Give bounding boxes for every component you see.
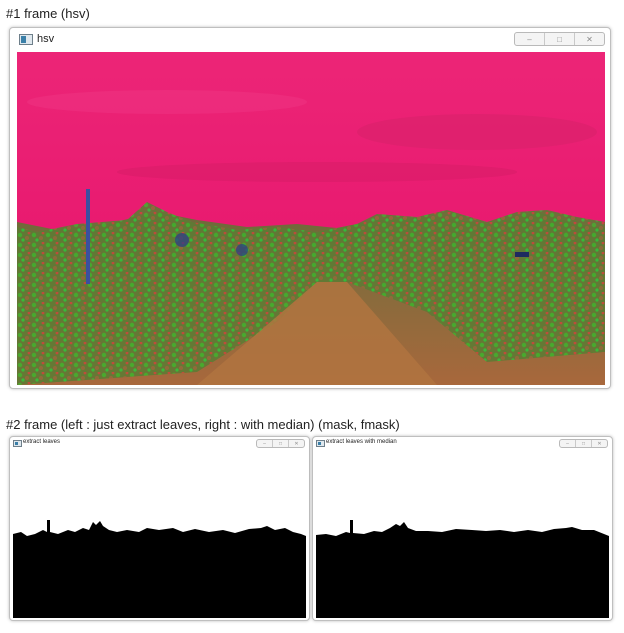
frame2-caption: #2 frame (left : just extract leaves, ri… xyxy=(6,417,400,432)
hsv-image xyxy=(17,52,605,385)
extract-leaves-median-title: extract leaves with median xyxy=(326,439,397,445)
close-button[interactable]: ✕ xyxy=(591,440,607,447)
maximize-button[interactable]: □ xyxy=(272,440,288,447)
minimize-button[interactable]: – xyxy=(257,440,272,447)
window-app-icon xyxy=(19,34,33,45)
hsv-window: hsv – □ ✕ xyxy=(9,27,611,389)
window-app-icon xyxy=(13,440,22,447)
hsv-window-controls: – □ ✕ xyxy=(514,32,605,46)
maximize-button[interactable]: □ xyxy=(544,33,574,45)
mask-canvas xyxy=(13,450,306,618)
extract-leaves-title: extract leaves xyxy=(23,439,61,445)
hsv-image-canvas xyxy=(17,52,605,385)
frame1-caption: #1 frame (hsv) xyxy=(6,6,90,21)
close-button[interactable]: ✕ xyxy=(574,33,604,45)
extract-leaves-median-controls: – □ ✕ xyxy=(559,439,608,448)
fmask-canvas xyxy=(316,450,609,618)
minimize-button[interactable]: – xyxy=(515,33,544,45)
maximize-button[interactable]: □ xyxy=(575,440,591,447)
minimize-button[interactable]: – xyxy=(560,440,575,447)
extract-leaves-window: extract leaves – □ ✕ xyxy=(9,436,310,621)
close-button[interactable]: ✕ xyxy=(288,440,304,447)
mask-image xyxy=(13,450,306,618)
window-app-icon xyxy=(316,440,325,447)
fmask-image xyxy=(316,450,609,618)
hsv-window-title: hsv xyxy=(37,33,55,45)
extract-leaves-controls: – □ ✕ xyxy=(256,439,305,448)
extract-leaves-median-window: extract leaves with median – □ ✕ xyxy=(312,436,613,621)
